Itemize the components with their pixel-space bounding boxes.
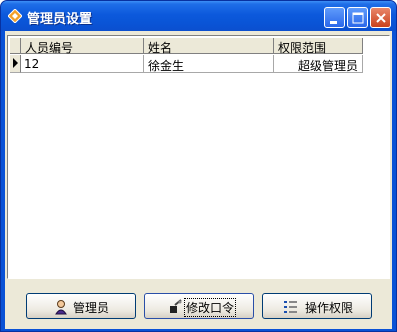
permissions-button[interactable]: 操作权限 (262, 293, 372, 319)
admin-settings-window: 管理员设置 人员编号 姓名 权限范围 12 徐金生 超级管理员 管理员 修改口令… (0, 0, 397, 332)
column-header-scope[interactable]: 权限范围 (274, 38, 363, 55)
user-icon (55, 300, 67, 315)
table-cell-name[interactable]: 徐金生 (144, 55, 274, 73)
app-diamond-icon (8, 9, 22, 23)
column-header-scope-label: 权限范围 (278, 41, 327, 55)
key-pen-icon (170, 299, 182, 313)
minimize-button[interactable] (324, 7, 345, 28)
admin-button[interactable]: 管理员 (26, 293, 136, 319)
column-header-name[interactable]: 姓名 (144, 38, 274, 55)
admin-button-label: 管理员 (73, 301, 110, 315)
change-password-button[interactable]: 修改口令 (144, 293, 254, 319)
column-header-id[interactable]: 人员编号 (21, 38, 144, 55)
window-title: 管理员设置 (27, 12, 93, 27)
cell-id-value: 12 (24, 57, 40, 71)
window-client-area: 人员编号 姓名 权限范围 12 徐金生 超级管理员 管理员 修改口令 操作权限 (5, 31, 392, 329)
cell-scope-value: 超级管理员 (297, 59, 358, 73)
permissions-button-label: 操作权限 (305, 301, 354, 315)
title-bar[interactable]: 管理员设置 (1, 1, 396, 31)
cell-name-value: 徐金生 (148, 59, 185, 73)
row-indicator[interactable] (10, 55, 21, 73)
list-icon (284, 301, 297, 313)
current-row-arrow-icon (13, 58, 18, 68)
admin-data-grid[interactable]: 人员编号 姓名 权限范围 12 徐金生 超级管理员 (7, 35, 390, 279)
column-header-id-label: 人员编号 (25, 41, 74, 55)
maximize-button[interactable] (347, 7, 368, 28)
change-password-label: 修改口令 (183, 298, 237, 317)
close-icon (376, 13, 386, 23)
close-button[interactable] (370, 7, 391, 28)
table-cell-scope[interactable]: 超级管理员 (274, 55, 363, 73)
table-cell-id[interactable]: 12 (21, 55, 144, 73)
maximize-icon (352, 12, 364, 24)
column-header-name-label: 姓名 (148, 41, 173, 55)
minimize-icon (330, 21, 337, 24)
row-header-corner (10, 38, 21, 54)
